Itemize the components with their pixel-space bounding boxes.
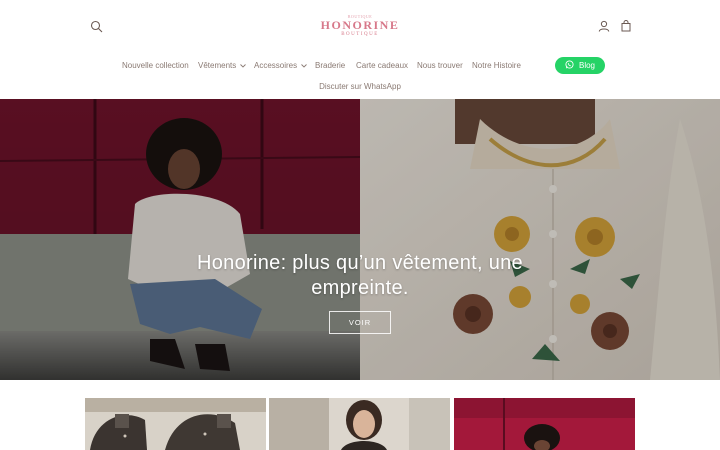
main-navigation: Nouvelle collection Vêtements Accessoire… bbox=[0, 58, 720, 76]
nav-item-nouvelle-collection[interactable]: Nouvelle collection bbox=[122, 61, 189, 70]
nav-item-label: Accessoires bbox=[254, 61, 298, 70]
hero-banner: Honorine: plus qu’un vêtement, une empre… bbox=[0, 99, 720, 380]
collection-card[interactable] bbox=[454, 398, 635, 450]
search-icon[interactable] bbox=[86, 16, 106, 36]
site-header: BOUTIQUE HONORINE BOUTIQUE Nouvelle coll… bbox=[0, 0, 720, 100]
chevron-down-icon bbox=[240, 61, 247, 70]
nav-item-label: Carte cadeaux bbox=[356, 61, 409, 70]
nav-item-label: Nouvelle collection bbox=[122, 61, 189, 70]
collection-image bbox=[454, 398, 635, 450]
nav-second-row: Discuter sur WhatsApp bbox=[0, 82, 720, 91]
hero-title-line2: empreinte. bbox=[311, 277, 409, 299]
hero-image bbox=[0, 99, 720, 380]
hero-cta-button[interactable]: VOIR bbox=[329, 311, 391, 334]
chevron-down-icon bbox=[301, 61, 307, 70]
whatsapp-button-label: Blog bbox=[578, 61, 595, 70]
collection-image bbox=[269, 398, 450, 450]
logo-sub-text: BOUTIQUE bbox=[341, 32, 379, 37]
hero-title: Honorine: plus qu’un vêtement, une empre… bbox=[160, 251, 560, 301]
collection-card[interactable] bbox=[85, 398, 266, 450]
whatsapp-icon bbox=[565, 60, 574, 71]
collection-image bbox=[85, 398, 266, 450]
logo-main-text: HONORINE bbox=[320, 18, 400, 32]
hero-title-line1: Honorine: plus qu’un vêtement, une bbox=[197, 252, 523, 274]
nav-item-label: Notre Histoire bbox=[472, 61, 521, 70]
nav-item-vetements[interactable]: Vêtements bbox=[198, 61, 247, 70]
nav-item-nous-trouver[interactable]: Nous trouver bbox=[417, 61, 463, 70]
nav-item-discuter-whatsapp[interactable]: Discuter sur WhatsApp bbox=[319, 82, 401, 91]
collection-card[interactable] bbox=[269, 398, 450, 450]
nav-item-label: Nous trouver bbox=[417, 61, 463, 70]
whatsapp-blog-button[interactable]: Blog bbox=[555, 57, 605, 74]
nav-item-carte-cadeaux[interactable]: Carte cadeaux bbox=[356, 61, 408, 70]
nav-item-notre-histoire[interactable]: Notre Histoire bbox=[472, 61, 521, 70]
collection-grid bbox=[0, 398, 720, 450]
site-logo[interactable]: BOUTIQUE HONORINE BOUTIQUE bbox=[300, 14, 420, 38]
nav-item-accessoires[interactable]: Accessoires bbox=[254, 61, 307, 70]
account-icon[interactable] bbox=[594, 16, 614, 36]
nav-item-braderie[interactable]: Braderie bbox=[315, 61, 345, 70]
cart-icon[interactable] bbox=[616, 16, 636, 36]
nav-item-label: Braderie bbox=[315, 61, 346, 70]
nav-item-label: Vêtements bbox=[198, 61, 237, 70]
